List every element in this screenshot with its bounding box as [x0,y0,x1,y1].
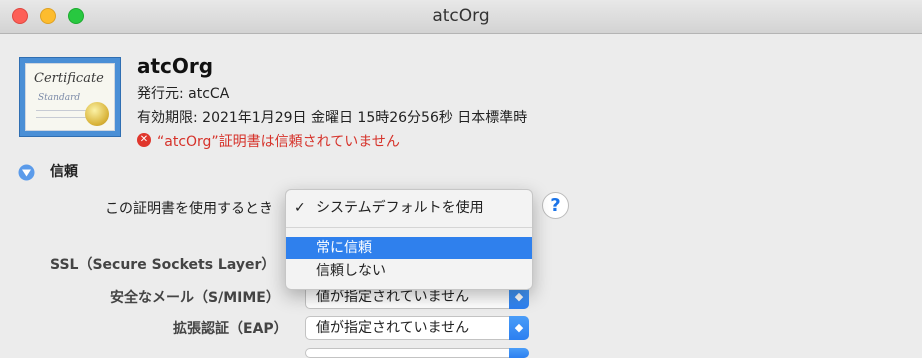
ssl-label: SSL（Secure Sockets Layer） [50,257,276,273]
menu-item-always-trust[interactable]: 常に信頼 [286,237,532,259]
menu-separator [286,227,532,228]
seal-icon [85,102,109,126]
chevron-updown-icon [509,348,529,358]
certificate-expiry: 有効期限: 2021年1月29日 金曜日 15時26分56秒 日本標準時 [137,110,528,126]
trust-warning: “atcOrg”証明書は信頼されていません [157,134,400,150]
certificate-image-subtext: Standard [38,93,81,103]
next-select[interactable] [305,348,529,358]
certificate-name: atcOrg [137,54,214,78]
smime-select-value: 値が指定されていません [316,289,470,305]
checkmark-icon: ✓ [294,200,306,216]
trust-options-menu: ✓ システムデフォルトを使用 常に信頼 信頼しない [285,189,533,290]
certificate-issuer: 発行元: atcCA [137,86,230,102]
eap-select-value: 値が指定されていません [316,320,470,336]
error-icon: ✕ [137,133,151,147]
smime-label: 安全なメール（S/MIME） [110,290,280,306]
certificate-icon: Certificate Standard [19,57,121,137]
disclosure-triangle-icon[interactable] [18,164,35,181]
eap-select[interactable]: 値が指定されていません ◆ [305,316,529,340]
menu-item-never-trust[interactable]: 信頼しない [286,260,532,282]
certificate-line [36,110,92,111]
certificate-detail-pane: Certificate Standard atcOrg 発行元: atcCA 有… [0,34,922,358]
certificate-line [36,117,86,118]
title-bar: atcOrg [0,0,922,34]
menu-item-label: 信頼しない [316,263,386,279]
menu-item-label: 常に信頼 [316,240,372,256]
when-using-label: この証明書を使用するとき [105,201,273,217]
trust-section-label: 信頼 [50,164,78,180]
menu-item-label: システムデフォルトを使用 [316,200,484,216]
eap-label: 拡張認証（EAP） [173,321,288,337]
help-button[interactable]: ? [542,192,569,219]
certificate-paper: Certificate Standard [25,63,115,131]
chevron-updown-icon: ◆ [509,316,529,340]
menu-item-system-default[interactable]: ✓ システムデフォルトを使用 [286,197,532,219]
window-title: atcOrg [432,6,490,26]
certificate-image-text: Certificate [34,71,104,86]
